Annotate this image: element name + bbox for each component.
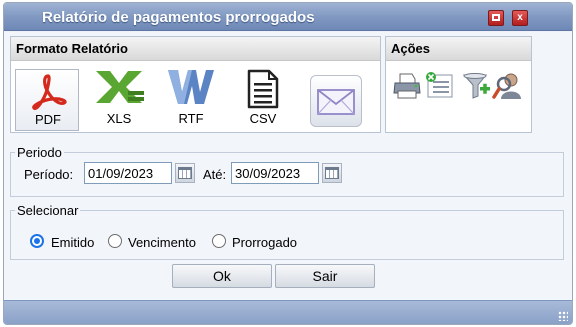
dialog-content: Formato Relatório PDF XLS RTF CSV Ações … — [4, 32, 572, 300]
envelope-icon — [317, 89, 355, 115]
window-title: Relatório de pagamentos prorrogados — [42, 9, 315, 26]
email-button[interactable] — [310, 75, 362, 127]
date-from-calendar-button[interactable] — [175, 163, 195, 183]
rtf-label: RTF — [178, 111, 204, 126]
radio-vencimento-label[interactable]: Vencimento — [128, 235, 196, 250]
print-button[interactable] — [392, 71, 422, 101]
add-filter-button[interactable] — [462, 71, 492, 101]
calendar-icon — [325, 167, 339, 179]
date-to-calendar-button[interactable] — [322, 163, 342, 183]
pdf-button[interactable]: PDF — [15, 69, 79, 131]
csv-icon — [247, 69, 279, 109]
date-from-label: Período: — [24, 167, 74, 182]
maximize-button[interactable] — [488, 10, 504, 26]
search-user-button[interactable] — [492, 71, 522, 101]
pdf-label: PDF — [35, 112, 61, 127]
maximize-icon — [492, 14, 500, 21]
radio-vencimento[interactable] — [108, 234, 122, 248]
exit-button[interactable]: Sair — [275, 264, 375, 288]
radio-prorrogado[interactable] — [212, 234, 226, 248]
csv-button[interactable]: CSV — [231, 69, 295, 129]
ok-button[interactable]: Ok — [172, 264, 272, 288]
add-filter-icon — [462, 73, 490, 99]
radio-emitido[interactable] — [30, 234, 44, 248]
period-legend: Periodo — [15, 145, 64, 160]
radio-prorrogado-label[interactable]: Prorrogado — [232, 235, 297, 250]
clear-list-icon — [426, 72, 453, 98]
period-group: Periodo Período: Até: — [10, 145, 564, 197]
title-bar[interactable]: Relatório de pagamentos prorrogados x — [4, 3, 572, 31]
report-dialog: Relatório de pagamentos prorrogados x Fo… — [3, 2, 573, 325]
select-group: Selecionar Emitido Vencimento Prorrogado — [10, 203, 564, 260]
format-panel: Formato Relatório PDF XLS RTF CSV — [10, 36, 381, 133]
rtf-button[interactable]: RTF — [159, 70, 223, 129]
search-user-icon — [492, 73, 521, 99]
date-from-input[interactable] — [84, 162, 172, 184]
actions-panel: Ações — [385, 36, 532, 133]
xls-label: XLS — [106, 111, 132, 126]
status-bar — [4, 300, 572, 324]
close-button[interactable]: x — [512, 10, 528, 26]
xls-button[interactable]: XLS — [87, 71, 151, 129]
xls-icon — [96, 71, 144, 103]
actions-panel-title: Ações — [386, 37, 531, 61]
format-panel-title: Formato Relatório — [11, 37, 380, 61]
pdf-icon — [32, 74, 67, 111]
resize-grip-icon[interactable] — [558, 311, 568, 321]
select-legend: Selecionar — [15, 203, 81, 218]
date-to-label: Até: — [203, 167, 227, 182]
printer-icon — [393, 73, 421, 99]
radio-emitido-label[interactable]: Emitido — [51, 235, 94, 250]
clear-button[interactable] — [424, 71, 454, 101]
date-to-input[interactable] — [231, 162, 319, 184]
rtf-icon — [168, 70, 214, 104]
calendar-icon — [178, 167, 192, 179]
csv-label: CSV — [249, 111, 277, 126]
